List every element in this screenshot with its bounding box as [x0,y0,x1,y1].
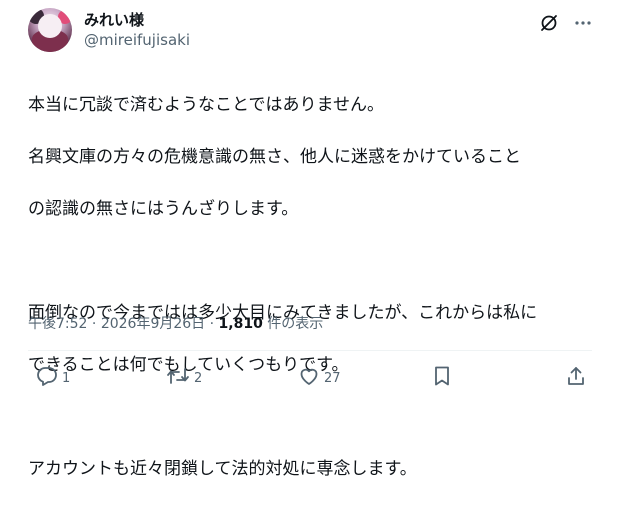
post-text: 本当に冗談で済むようなことではありません。 名興文庫の方々の危機意識の無さ、他人… [28,66,598,508]
post-line: アカウントも近々閉鎖して法的対処に専念します。 [28,459,417,479]
retweet-count: 2 [194,370,203,386]
heart-icon [298,365,320,391]
display-name[interactable]: みれい様 [84,9,144,30]
post-time[interactable]: 午後7:52 [28,316,87,332]
share-button[interactable] [565,366,587,390]
post-line [28,248,598,274]
meta-separator: · [209,316,215,332]
reply-count: 1 [62,370,71,386]
user-handle[interactable]: @mireifujisaki [84,31,190,49]
post-line [28,404,598,430]
bookmark-button[interactable] [432,366,452,390]
post-meta: 午後7:52 · 2026年9月26日 · 1,810 件の表示 [28,313,323,333]
retweet-button[interactable]: 2 [166,366,202,390]
more-icon[interactable] [572,12,594,34]
post-line: 名興文庫の方々の危機意識の無さ、他人に迷惑をかけていること [28,147,521,167]
divider [28,350,592,351]
post-date[interactable]: 2026年9月26日 [101,316,205,332]
reply-button[interactable]: 1 [36,366,70,390]
avatar[interactable] [28,8,72,52]
views-count: 1,810 [218,316,263,332]
post-line: 本当に冗談で済むようなことではありません。 [28,95,384,115]
meta-separator: · [91,316,97,332]
post-line: の認識の無さにはうんざりします。 [28,199,299,219]
like-count: 27 [324,370,341,386]
views-label: 件の表示 [267,316,324,332]
retweet-icon [166,365,190,391]
reply-icon [36,365,58,391]
grok-icon[interactable] [538,12,560,34]
share-icon [565,365,587,391]
post-card: みれい様 @mireifujisaki 本当に冗談で済むようなことではありません… [0,0,620,479]
like-button[interactable]: 27 [298,366,341,390]
bookmark-icon [432,365,452,391]
